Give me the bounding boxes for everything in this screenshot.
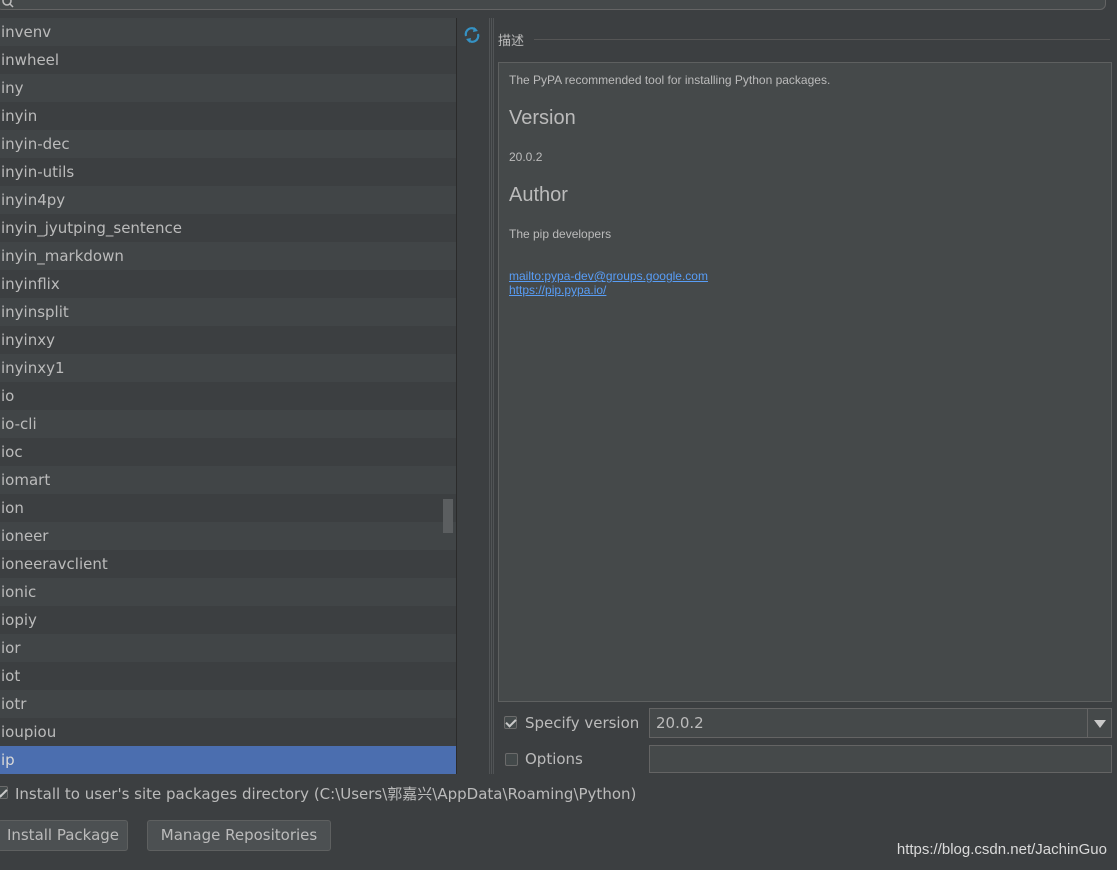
package-row[interactable]: ionic	[0, 578, 456, 606]
package-row[interactable]: iot	[0, 662, 456, 690]
options-checkbox[interactable]	[505, 753, 518, 766]
package-row[interactable]: inyinsplit	[0, 298, 456, 326]
package-row[interactable]: ion	[0, 494, 456, 522]
version-select[interactable]: 20.0.2	[649, 708, 1112, 738]
options-input[interactable]	[649, 745, 1112, 773]
package-row[interactable]: ip	[0, 746, 456, 774]
package-row[interactable]: invenv	[0, 18, 456, 46]
description-panel: The PyPA recommended tool for installing…	[498, 62, 1112, 702]
package-list[interactable]: invenv inwheel iny inyin inyin-dec inyin-util…	[0, 18, 456, 774]
package-list-scrollbar[interactable]	[443, 499, 453, 533]
package-row[interactable]: ioc	[0, 438, 456, 466]
package-row[interactable]: inwheel	[0, 46, 456, 74]
author-heading: Author	[509, 184, 568, 206]
watermark: https://blog.csdn.net/JachinGuo	[896, 841, 1107, 858]
package-row[interactable]: inyin_markdown	[0, 242, 456, 270]
package-row[interactable]: iny	[0, 74, 456, 102]
package-summary: The PyPA recommended tool for installing…	[509, 73, 831, 87]
package-row[interactable]: iomart	[0, 466, 456, 494]
package-row[interactable]: inyinxy1	[0, 354, 456, 382]
search-icon	[2, 0, 14, 8]
search-input[interactable]	[0, 0, 1106, 10]
package-row[interactable]: inyin-utils	[0, 158, 456, 186]
email-link[interactable]: mailto:pypa-dev@groups.google.com	[509, 269, 1101, 283]
package-row[interactable]: inyinflix	[0, 270, 456, 298]
author-value: The pip developers	[509, 227, 612, 241]
package-row[interactable]: ioneeravclient	[0, 550, 456, 578]
version-select-value: 20.0.2	[656, 714, 704, 732]
chevron-down-icon[interactable]	[1087, 709, 1111, 737]
package-row[interactable]: iotr	[0, 690, 456, 718]
package-row[interactable]: ioupiou	[0, 718, 456, 746]
package-row[interactable]: inyin-dec	[0, 130, 456, 158]
specify-version-checkbox[interactable]	[504, 716, 517, 729]
package-row[interactable]: inyinxy	[0, 326, 456, 354]
package-row[interactable]: inyin	[0, 102, 456, 130]
package-row[interactable]: io-cli	[0, 410, 456, 438]
version-heading: Version	[509, 107, 576, 129]
install-user-label: Install to user's site packages director…	[15, 785, 637, 803]
manage-repositories-button[interactable]: Manage Repositories	[147, 820, 331, 851]
package-row[interactable]: io	[0, 382, 456, 410]
package-row[interactable]: inyin4py	[0, 186, 456, 214]
package-row[interactable]: inyin_jyutping_sentence	[0, 214, 456, 242]
install-user-checkbox[interactable]	[0, 786, 8, 799]
refresh-icon[interactable]	[463, 26, 481, 44]
install-package-button[interactable]: Install Package	[0, 820, 128, 851]
specify-version-label: Specify version	[525, 714, 640, 732]
package-row[interactable]: iopiy	[0, 606, 456, 634]
package-row[interactable]: ioneer	[0, 522, 456, 550]
side-toolbar	[456, 18, 487, 774]
panel-splitter[interactable]	[489, 18, 494, 774]
package-row[interactable]: ior	[0, 634, 456, 662]
version-value: 20.0.2	[509, 150, 543, 164]
homepage-link[interactable]: https://pip.pypa.io/	[509, 283, 1101, 297]
description-divider	[534, 39, 1110, 40]
description-header: 描述	[498, 34, 525, 49]
options-label: Options	[525, 750, 583, 768]
